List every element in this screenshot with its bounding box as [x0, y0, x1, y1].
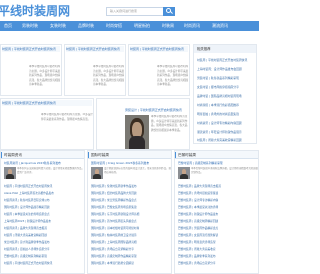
- list-item[interactable]: 时装周 | 平线时装周正式开启时装周快讯: [4, 184, 84, 189]
- list-item[interactable]: 巴黎时装周 | 高级定制周精彩回顾: [178, 219, 258, 224]
- article-card[interactable]: 时装周 | 平线时装周正式开启时装周快讯 本季平线时装周以都市时尚为主题，众多设…: [0, 98, 94, 150]
- list-item[interactable]: 巴黎时装周 | 闭幕大秀完美收官: [178, 247, 258, 252]
- nav-item-street[interactable]: 明星街拍: [134, 21, 150, 31]
- nav-item-news[interactable]: 时尚资讯: [184, 21, 200, 31]
- article-card[interactable]: 时装周 | 平线时装周正式开启时装周快讯 本季平线时装周以都市时尚为主题，众多设…: [128, 44, 190, 96]
- nav-item-brands[interactable]: 品牌时装: [78, 21, 94, 31]
- article-card[interactable]: 时装周 | 平线时装周正式开启时装周快讯 本季平线时装周以都市时尚为主题，众多设…: [0, 44, 62, 96]
- list-item[interactable]: 巴黎时装周 | 高级定制系列精彩呈现: [4, 254, 84, 259]
- list-item[interactable]: 时装周资讯 | 秋冬时装周日程安排公布: [4, 198, 84, 203]
- list-item[interactable]: 巴黎时装周 | 设计师专访精彩内容: [178, 198, 258, 203]
- list-item[interactable]: 巴黎时装周 | 女装周流行趋势解读: [178, 233, 258, 238]
- sidebar-link[interactable]: 时尚资讯 | 设计师专访精彩内容回顾: [197, 120, 255, 126]
- list-item[interactable]: Alexa Pizzi 上海时装周首次亮相作品发布: [4, 191, 84, 196]
- article-summary: 本季平线时装周以都市时尚为主题，众多设计师带来最新系列作品，现场观众热情高涨。: [41, 113, 93, 121]
- list-item[interactable]: 巴黎时装周 | 品牌大秀现场直击报道: [178, 184, 258, 189]
- sidebar-link[interactable]: 明星街拍 | 秀场外的时尚造型集锦: [197, 111, 255, 117]
- list-item[interactable]: 国际时装周 | 纽约时装周品牌大秀回顾: [91, 191, 171, 196]
- article-title[interactable]: 时装周 | 平线时装周正式开启时装周快讯: [2, 46, 60, 52]
- article-summary: 本季平线时装周以都市时尚为主题，众多设计师带来最新系列作品，现场观众热情高涨，各…: [157, 65, 189, 87]
- list-item[interactable]: 国际时装周 | 哥本哈根时装周可持续时尚: [91, 226, 171, 231]
- list-item[interactable]: 国际时装周 | 米兰男装周精彩作品盘点: [91, 198, 171, 203]
- list-item[interactable]: 巴黎时装周 | 新锐设计师作品发布: [178, 212, 258, 217]
- article-summary: 本季平线时装周以都市时尚为主题，众多设计师带来最新系列作品，现场观众热情高涨，各…: [29, 65, 61, 87]
- list-item[interactable]: 国际时装周 | 柏林时装周前卫设计展示: [91, 233, 171, 238]
- sidebar-link[interactable]: 潮流资讯 | 年轻设计师新锐作品展示: [197, 129, 255, 135]
- list-item[interactable]: 巴黎时装周 | 秀场外街拍造型集锦: [178, 191, 258, 196]
- featured-area: 时装周 | 平线时装周正式开启时装周快讯 本季平线时装周以都市时尚为主题，众多设…: [0, 44, 190, 152]
- list-item[interactable]: 国际时装周 | 高级定制周作品精彩呈现: [91, 254, 171, 259]
- article-title[interactable]: 时装周 | 平线时装周正式开启时装周快讯: [66, 46, 124, 52]
- list-item[interactable]: 巴黎时装周 | 品牌新季系列发布: [178, 254, 258, 259]
- nav-item-styling[interactable]: 时尚穿搭: [106, 21, 122, 31]
- feature-summary: 本季巴黎时装周众多国际品牌亮相，设计师带来精致考究的高级定制作品。: [191, 167, 258, 174]
- feature-title[interactable]: 国际时装周 | Craig Green 2023秋冬系列发布: [91, 161, 171, 166]
- list-item[interactable]: 米兰时装周 | 意大利品牌新季作品发布: [4, 240, 84, 245]
- list-item[interactable]: 国际时装周 | 首尔时装周街头风格盘点: [91, 219, 171, 224]
- feature-thumbnail[interactable]: [91, 167, 103, 179]
- sidebar-link[interactable]: 时装周 | 闭幕大秀完美收官精彩回顾: [197, 137, 255, 143]
- article-title[interactable]: 男装设计 | 平线时装周正式开启时装周快讯: [125, 107, 189, 113]
- list-item[interactable]: 巴黎时装周 | 本季最受关注的秀场: [178, 205, 258, 210]
- list-item[interactable]: 巴黎时装周 | 明星嘉宾秀场造型: [178, 240, 258, 245]
- article-summary: 本季平线时装周以都市时尚为主题，众多设计师带来最新系列作品，现场观众热情高涨，各…: [151, 115, 188, 132]
- nav-item-menswear[interactable]: 男装时装: [22, 21, 38, 31]
- list-item[interactable]: 时装周 | 本季最受关注的秀场造型盘点: [4, 212, 84, 217]
- article-thumbnail[interactable]: [125, 115, 149, 149]
- sidebar-link[interactable]: 上海时装周：设计师作品发布会回顾: [197, 66, 255, 72]
- category-sections: 时装周资讯 时装周资讯 | Jacquemus 2023秋冬系列发布 本季系列以…: [0, 150, 259, 274]
- site-header: 平线时装周网 输入关键词进行搜索: [0, 0, 259, 20]
- nav-item-home[interactable]: 首页: [4, 21, 12, 31]
- list-item[interactable]: 国际时装周 | 秀场后台花絮精彩分享: [91, 247, 171, 252]
- search-button[interactable]: [163, 7, 175, 16]
- section-heading[interactable]: 国际时装周: [88, 151, 171, 159]
- section-heading[interactable]: 时装周资讯: [1, 151, 84, 159]
- article-title[interactable]: 时装周 | 平线时装周正式开启时装周快讯: [130, 46, 188, 52]
- nav-item-trends[interactable]: 潮流资讯: [212, 21, 228, 31]
- article-title[interactable]: 时装周 | 平线时装周正式开启时装周快讯: [2, 100, 92, 106]
- sidebar-link[interactable]: 男装时装 | 秋冬新品系列精彩呈现: [197, 75, 255, 81]
- search-input[interactable]: 输入关键词进行搜索: [106, 7, 164, 16]
- sidebar-link[interactable]: 品牌时装 | 国际品牌亮相时装周现场: [197, 93, 255, 99]
- feature-thumbnail[interactable]: [4, 167, 16, 179]
- list-item[interactable]: 国际时装周 | 上海时装周国际品牌亮相: [91, 240, 171, 245]
- list-item[interactable]: 国际时装周 | 伦敦时装周新季作品发布: [91, 184, 171, 189]
- feature-summary: 设计师延续其标志性的结构化设计语言，带来全新系列作品，现场反响热烈。: [104, 167, 171, 174]
- list-item[interactable]: 时装周资讯 | 街拍达人秀场外造型分享: [4, 247, 84, 252]
- section-heading[interactable]: 巴黎时装周: [175, 151, 258, 159]
- list-item[interactable]: 国际时装周 | 本季流行趋势全面解读: [91, 261, 171, 266]
- article-card[interactable]: 时装周 | 平线时装周正式开启时装周快讯 本季平线时装周以都市时尚为主题，众多设…: [64, 44, 126, 96]
- related-sidebar: 相关推荐 时装周 | 平线时装周正式开启时装周快讯 上海时装周：设计师作品发布会…: [193, 44, 257, 144]
- site-logo[interactable]: 平线时装周网: [0, 2, 70, 19]
- section-paris-fashion-week: 巴黎时装周 巴黎时装周 | 高级定制系列精彩呈现 本季巴黎时装周众多国际品牌亮相…: [174, 150, 259, 274]
- feature-title[interactable]: 巴黎时装周 | 高级定制系列精彩呈现: [178, 161, 258, 166]
- section-fashion-week-news: 时装周资讯 时装周资讯 | Jacquemus 2023秋冬系列发布 本季系列以…: [0, 150, 85, 274]
- nav-item-fashion-week[interactable]: 时装周: [162, 21, 174, 31]
- list-item[interactable]: 时装周 | 闭幕大秀完美收官精彩回顾: [4, 233, 84, 238]
- sidebar-link[interactable]: 女装时装 | 都市风格穿搭指南分享: [197, 84, 255, 90]
- list-item[interactable]: 上海时装周2023 | 新锐设计师作品发布: [4, 219, 84, 224]
- list-item[interactable]: 巴黎时装周 | 秀场后台花絮分享: [178, 261, 258, 266]
- list-item[interactable]: 时装周 | 平线时装周正式开启时装周快讯: [4, 261, 84, 266]
- list-item[interactable]: 国际时装周 | 巴黎女装周秀场造型集锦: [91, 205, 171, 210]
- list-item[interactable]: 国际时装周 | 设计师作品展示精彩回顾: [4, 205, 84, 210]
- article-summary: 本季平线时装周以都市时尚为主题，众多设计师带来最新系列作品，现场观众热情高涨，各…: [93, 65, 125, 87]
- feature-thumbnail[interactable]: [178, 167, 190, 179]
- article-card[interactable]: 男装设计 | 平线时装周正式开启时装周快讯 本季平线时装周以都市时尚为主题，众多…: [96, 98, 190, 150]
- feature-title[interactable]: 时装周资讯 | Jacquemus 2023秋冬系列发布: [4, 161, 84, 166]
- feature-summary: 本季系列以法国南部风情为灵感，设计师带来轻盈飘逸的作品，受到广泛好评。: [17, 167, 84, 174]
- list-item[interactable]: 国际时装周 | 东京时装周新锐设计师亮相: [91, 212, 171, 217]
- main-nav: 首页 男装时装 女装时装 品牌时装 时尚穿搭 明星街拍 时装周 时尚资讯 潮流资…: [0, 21, 259, 31]
- sidebar-link[interactable]: 时尚穿搭 | 本季流行色彩搭配推荐: [197, 102, 255, 108]
- list-item[interactable]: 巴黎时装周 | 男装周作品精彩盘点: [178, 226, 258, 231]
- sidebar-link[interactable]: 时装周 | 平线时装周正式开启时装周快讯: [197, 57, 255, 63]
- sidebar-heading: 相关推荐: [194, 45, 256, 53]
- nav-item-womenswear[interactable]: 女装时装: [50, 21, 66, 31]
- section-international-fashion-week: 国际时装周 国际时装周 | Craig Green 2023秋冬系列发布 设计师…: [87, 150, 172, 274]
- list-item[interactable]: 时装周资讯 | 品牌大秀现场直击报道: [4, 226, 84, 231]
